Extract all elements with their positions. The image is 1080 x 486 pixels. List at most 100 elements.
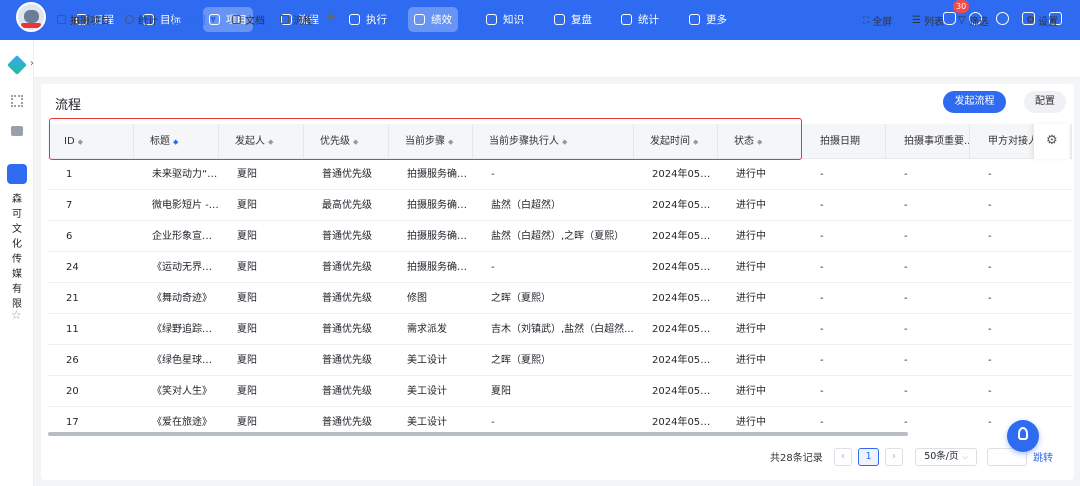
assistant-lightbulb-button[interactable]: [1007, 420, 1039, 452]
tab-flow[interactable]: 流程 ▼: [173, 12, 216, 27]
table-cell: 美工设计: [407, 386, 447, 397]
performance-icon: [414, 14, 425, 25]
table-cell: 夏阳: [237, 231, 257, 242]
table-cell[interactable]: 《绿色星球》-...: [134, 345, 219, 376]
nav-item-8[interactable]: 统计: [615, 7, 665, 32]
table-cell: -: [904, 293, 908, 304]
column-header-label: 甲方对接人: [988, 136, 1038, 147]
table-row[interactable]: 17《爱在旅途》夏阳普通优先级美工设计-2024年05月2...进行中---: [48, 407, 1072, 434]
table-cell[interactable]: 《运动无界》-...: [134, 252, 219, 283]
horizontal-scrollbar[interactable]: [48, 432, 908, 436]
current-page[interactable]: 1: [858, 448, 879, 466]
table-row[interactable]: 24 《运动无界》-... 夏阳 普通优先级 拍摄服务确认单 - 2024年05月2... 进…: [48, 252, 1072, 283]
table-cell: 普通优先级: [322, 355, 372, 366]
table-cell: 普通优先级: [322, 169, 372, 180]
filter-button[interactable]: ▽ 筛选: [958, 13, 989, 28]
table-cell[interactable]: 微电影短片 - “...: [134, 190, 219, 221]
jump-button[interactable]: 跳转: [1033, 449, 1053, 464]
filter-icon: ▽: [958, 15, 966, 26]
table-row[interactable]: 7 微电影短片 - “... 夏阳 最高优先级 拍摄服务确认单 盐然（白超然） 2024年0…: [48, 190, 1072, 221]
download-icon[interactable]: [996, 12, 1009, 25]
table-cell[interactable]: 未来驱动力“新...: [134, 159, 219, 190]
table-row[interactable]: 1 未来驱动力“新... 夏阳 普通优先级 拍摄服务确认单 - 2024年05月2... 进行…: [48, 159, 1072, 190]
caret-down-icon[interactable]: ▼: [210, 15, 216, 24]
fullscreen-button[interactable]: ⛶ 全屏: [863, 13, 892, 29]
nav-item-6[interactable]: 知识: [480, 7, 530, 32]
highlight-annotation-box: [49, 118, 802, 160]
table-cell: -: [491, 169, 495, 180]
table-cell: -: [988, 200, 992, 211]
table-cell: 盐然（白超然）,之晖（夏熙）: [491, 231, 625, 242]
table-cell: 17: [66, 417, 79, 428]
table-cell: 进行中: [736, 417, 766, 428]
table-row[interactable]: 6 企业形象宣传... 夏阳 普通优先级 拍摄服务确认单 盐然（白超然）,之晖（夏熙） 20…: [48, 221, 1072, 252]
flow-table: ID ◆ 标题 ◆ 发起人 ◆ 优先级 ◆ 当前步骤 ◆ 当前步骤执行人 ◆ 发起时间 ◆ 状态 ◆ 拍摄日期拍…: [48, 124, 1072, 434]
clock-icon: [125, 15, 134, 24]
table-cell: 2024年05月2...: [652, 293, 718, 304]
prev-page-button[interactable]: ‹: [834, 448, 852, 466]
table-cell: 2024年05月2...: [652, 417, 718, 428]
table-cell: 2024年05月2...: [652, 231, 718, 242]
column-header[interactable]: 拍摄日期: [802, 124, 886, 159]
tab-flow-2[interactable]: 流程: [280, 12, 313, 27]
column-settings-button[interactable]: ⚙: [1033, 124, 1069, 159]
table-cell: 7: [66, 200, 73, 211]
app-cube-icon[interactable]: [7, 55, 27, 75]
table-row[interactable]: 21 《舞动奇迹》 夏阳 普通优先级 修图 之晖（夏熙） 2024年05月2... 进行中 - -…: [48, 283, 1072, 314]
table-cell: 24: [66, 262, 79, 273]
table-cell: 进行中: [736, 200, 766, 211]
folder-icon[interactable]: [11, 126, 23, 136]
table-cell: 普通优先级: [322, 262, 372, 273]
start-flow-button[interactable]: 发起流程: [943, 91, 1006, 113]
table-cell[interactable]: 企业形象宣传...: [134, 221, 219, 252]
config-button[interactable]: 配置: [1024, 91, 1066, 113]
tab-shooting-project[interactable]: 拍摄项目: [57, 12, 110, 27]
tab-docs[interactable]: 文档: [232, 12, 265, 27]
company-logo[interactable]: [16, 2, 46, 32]
sub-tabbar: [34, 40, 1080, 78]
add-tab-button[interactable]: +: [325, 9, 337, 25]
table-row[interactable]: 11 《绿野追踪》-... 夏阳 普通优先级 需求派发 吉木（刘镇武）,盐然（白超然...…: [48, 314, 1072, 345]
total-records: 共28条记录: [770, 453, 823, 464]
table-row[interactable]: 20 《笑对人生》 夏阳 普通优先级 美工设计 夏阳 2024年05月2... 进行中 - - -: [48, 376, 1072, 407]
table-cell: 2024年05月2...: [652, 355, 718, 366]
table-cell[interactable]: 《爱在旅途》: [134, 407, 219, 434]
table-cell: 拍摄服务确认单: [407, 231, 473, 242]
table-cell: 夏阳: [237, 386, 257, 397]
tab-statistics[interactable]: 统计: [125, 12, 158, 27]
column-header-label: 拍摄日期: [820, 136, 860, 147]
table-cell: -: [904, 324, 908, 335]
settings-button[interactable]: ⚙ 设置: [1026, 13, 1058, 28]
table-row[interactable]: 26 《绿色星球》-... 夏阳 普通优先级 美工设计 之晖（夏熙） 2024年05月2..…: [48, 345, 1072, 376]
table-cell: 夏阳: [237, 324, 257, 335]
table-cell: 拍摄服务确认单: [407, 262, 473, 273]
page-title: 流程: [55, 98, 82, 113]
table-cell: -: [904, 417, 908, 428]
table-cell: 2024年05月2...: [652, 324, 718, 335]
next-page-button[interactable]: ›: [885, 448, 903, 466]
nav-item-5[interactable]: 绩效: [408, 7, 458, 32]
nav-label: 绩效: [431, 14, 452, 26]
table-cell: 夏阳: [237, 355, 257, 366]
table-cell[interactable]: 《绿野追踪》-...: [134, 314, 219, 345]
table-cell: 拍摄服务确认单: [407, 200, 473, 211]
grid-icon: [689, 14, 700, 25]
list-view-button[interactable]: ☰ 列表: [912, 13, 944, 28]
star-icon[interactable]: ☆: [11, 308, 22, 322]
company-name-char: 森: [12, 194, 22, 205]
nav-item-7[interactable]: 复盘: [548, 7, 598, 32]
bell-icon[interactable]: [943, 12, 956, 25]
table-cell: 普通优先级: [322, 386, 372, 397]
table-cell: 进行中: [736, 231, 766, 242]
notification-badge: 30: [953, 0, 970, 13]
table-cell: -: [820, 231, 824, 242]
nav-item-9[interactable]: 更多: [683, 7, 733, 32]
team-avatar[interactable]: [7, 164, 27, 184]
apps-grid-icon[interactable]: [11, 95, 23, 107]
table-cell[interactable]: 《舞动奇迹》: [134, 283, 219, 314]
column-header[interactable]: 拍摄事项重要...: [886, 124, 970, 159]
table-cell: 进行中: [736, 324, 766, 335]
page-size-select[interactable]: 50条/页 ⌵: [915, 448, 977, 466]
table-cell[interactable]: 《笑对人生》: [134, 376, 219, 407]
nav-item-4[interactable]: 执行: [343, 7, 393, 32]
